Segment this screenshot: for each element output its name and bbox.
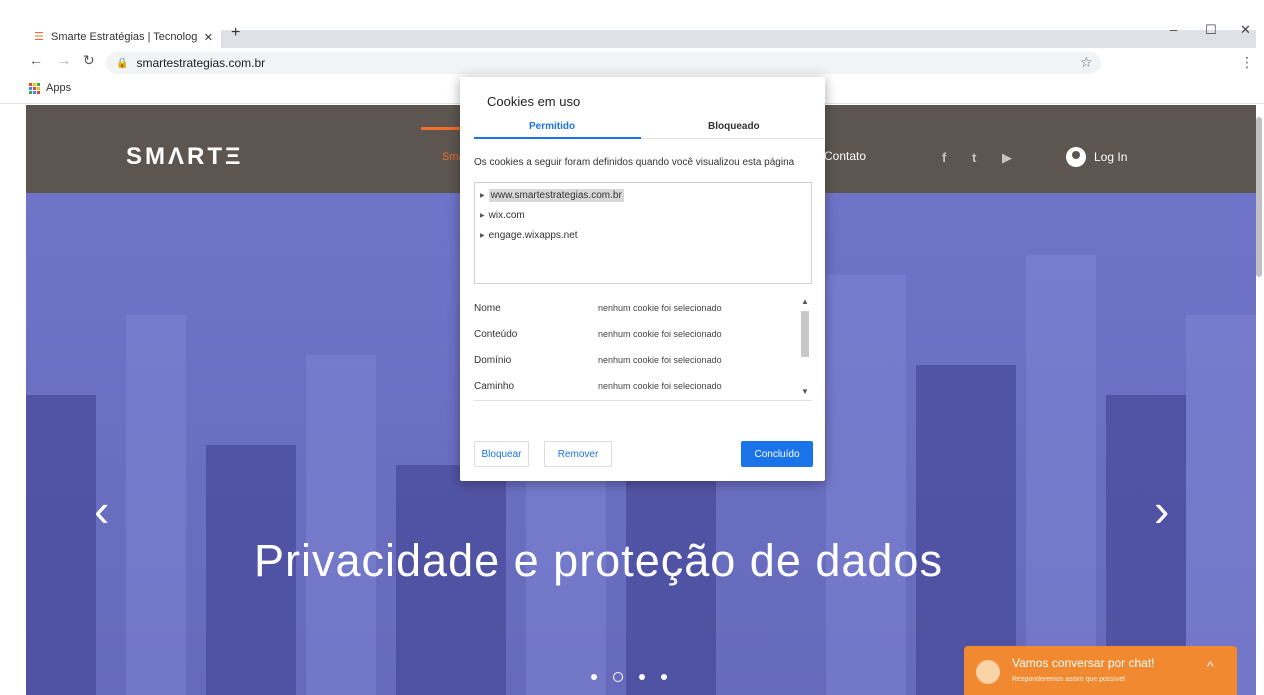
- reload-icon[interactable]: ↻: [83, 52, 95, 69]
- detail-key: Domínio: [474, 355, 512, 366]
- detail-key: Caminho: [474, 381, 515, 392]
- detail-value: nenhum cookie foi selecionado: [598, 329, 722, 339]
- cookie-details: Nome nenhum cookie foi selecionado Conte…: [474, 294, 812, 402]
- detail-key: Conteúdo: [474, 329, 518, 340]
- new-tab-button[interactable]: +: [231, 24, 240, 42]
- tree-item[interactable]: ▶ wix.com: [475, 205, 811, 225]
- detail-row: Nome nenhum cookie foi selecionado: [474, 294, 812, 320]
- page-scrollbar[interactable]: [1256, 117, 1262, 277]
- scroll-thumb[interactable]: [801, 311, 809, 357]
- prev-slide-button[interactable]: ‹: [94, 483, 109, 537]
- detail-value: nenhum cookie foi selecionado: [598, 303, 722, 313]
- detail-key: Nome: [474, 303, 501, 314]
- slide-dot[interactable]: [639, 674, 645, 680]
- tab-close-icon[interactable]: ✕: [204, 31, 213, 44]
- tree-item-label: engage.wixapps.net: [488, 229, 578, 241]
- cookies-dialog: Cookies em uso Permitido Bloqueado Os co…: [460, 77, 825, 481]
- back-arrow-icon[interactable]: ←: [29, 52, 43, 68]
- dialog-description: Os cookies a seguir foram definidos quan…: [474, 157, 795, 168]
- site-favicon-icon: ☰: [34, 31, 44, 43]
- chat-title: Vamos conversar por chat!: [1012, 656, 1155, 670]
- detail-row: Domínio nenhum cookie foi selecionado: [474, 346, 812, 372]
- nav-item-contato[interactable]: Contato: [824, 149, 866, 163]
- tree-item[interactable]: ▶ engage.wixapps.net: [475, 225, 811, 245]
- tab-permitido[interactable]: Permitido: [529, 121, 575, 132]
- building-shape: [306, 355, 376, 695]
- chat-widget[interactable]: Vamos conversar por chat! Responderemos …: [964, 646, 1237, 695]
- apps-bookmark[interactable]: Apps: [29, 82, 71, 94]
- user-avatar-icon: [1066, 147, 1086, 167]
- browser-tab[interactable]: ☰ Smarte Estratégias | Tecnologia | ✕: [26, 26, 221, 48]
- tree-item[interactable]: ▶ www.smartestrategias.com.br: [475, 185, 811, 205]
- nav-active-indicator: [421, 127, 463, 130]
- url-text: smartestrategias.com.br: [136, 56, 266, 70]
- hero-title: Privacidade e proteção de dados: [254, 535, 943, 586]
- tree-item-label: www.smartestrategias.com.br: [488, 188, 624, 202]
- chat-bubble-icon: [976, 660, 1000, 684]
- expand-triangle-icon[interactable]: ▶: [480, 192, 485, 199]
- detail-value: nenhum cookie foi selecionado: [598, 355, 722, 365]
- tree-item-label: wix.com: [488, 209, 525, 221]
- slide-dot[interactable]: [661, 674, 667, 680]
- expand-triangle-icon[interactable]: ▶: [480, 232, 485, 239]
- tab-title: Smarte Estratégias | Tecnologia |: [51, 31, 198, 43]
- scroll-down-icon[interactable]: ▼: [801, 387, 809, 396]
- address-bar[interactable]: 🔒 smartestrategias.com.br: [106, 52, 1101, 74]
- remove-button[interactable]: Remover: [544, 441, 612, 467]
- dialog-title: Cookies em uso: [487, 94, 581, 109]
- maximize-button[interactable]: ☐: [1205, 22, 1217, 38]
- tab-bloqueado[interactable]: Bloqueado: [708, 121, 760, 132]
- dialog-tabs: Permitido Bloqueado: [474, 117, 824, 139]
- slide-dots: [591, 672, 667, 682]
- detail-value: nenhum cookie foi selecionado: [598, 381, 722, 391]
- next-slide-button[interactable]: ›: [1154, 483, 1169, 537]
- close-window-button[interactable]: ✕: [1240, 22, 1251, 38]
- youtube-icon[interactable]: ▶: [1002, 150, 1012, 166]
- block-button[interactable]: Bloquear: [474, 441, 529, 467]
- scroll-up-icon[interactable]: ▲: [801, 297, 809, 306]
- facebook-icon[interactable]: f: [942, 150, 946, 165]
- site-logo[interactable]: SMΛRTΞ: [126, 143, 243, 171]
- details-scrollbar[interactable]: ▲ ▼: [799, 297, 811, 397]
- building-shape: [126, 315, 186, 695]
- expand-triangle-icon[interactable]: ▶: [480, 212, 485, 219]
- bookmark-star-icon[interactable]: ☆: [1080, 54, 1093, 71]
- detail-row: Conteúdo nenhum cookie foi selecionado: [474, 320, 812, 346]
- login-label: Log In: [1094, 150, 1128, 164]
- building-shape: [1186, 315, 1256, 695]
- details-divider: [474, 400, 812, 401]
- building-shape: [826, 275, 906, 695]
- twitter-icon[interactable]: t: [972, 150, 976, 165]
- building-shape: [1026, 255, 1096, 695]
- apps-grid-icon: [29, 82, 40, 94]
- minimize-button[interactable]: –: [1170, 22, 1177, 37]
- lock-icon: 🔒: [116, 57, 129, 69]
- chat-subtitle: Responderemos assim que possível: [1012, 676, 1125, 683]
- login-button[interactable]: Log In: [1066, 147, 1127, 167]
- slide-dot-active[interactable]: [613, 672, 623, 682]
- forward-arrow-icon[interactable]: →: [57, 52, 71, 68]
- tab-active-indicator: [474, 137, 641, 139]
- cookie-domain-tree: ▶ www.smartestrategias.com.br ▶ wix.com …: [474, 182, 812, 284]
- browser-menu-icon[interactable]: ⋮: [1240, 54, 1254, 71]
- done-button[interactable]: Concluído: [741, 441, 813, 467]
- detail-row: Caminho nenhum cookie foi selecionado: [474, 372, 812, 398]
- apps-label: Apps: [46, 82, 72, 94]
- building-shape: [26, 395, 96, 695]
- slide-dot[interactable]: [591, 674, 597, 680]
- chevron-up-icon[interactable]: ^: [1207, 658, 1214, 674]
